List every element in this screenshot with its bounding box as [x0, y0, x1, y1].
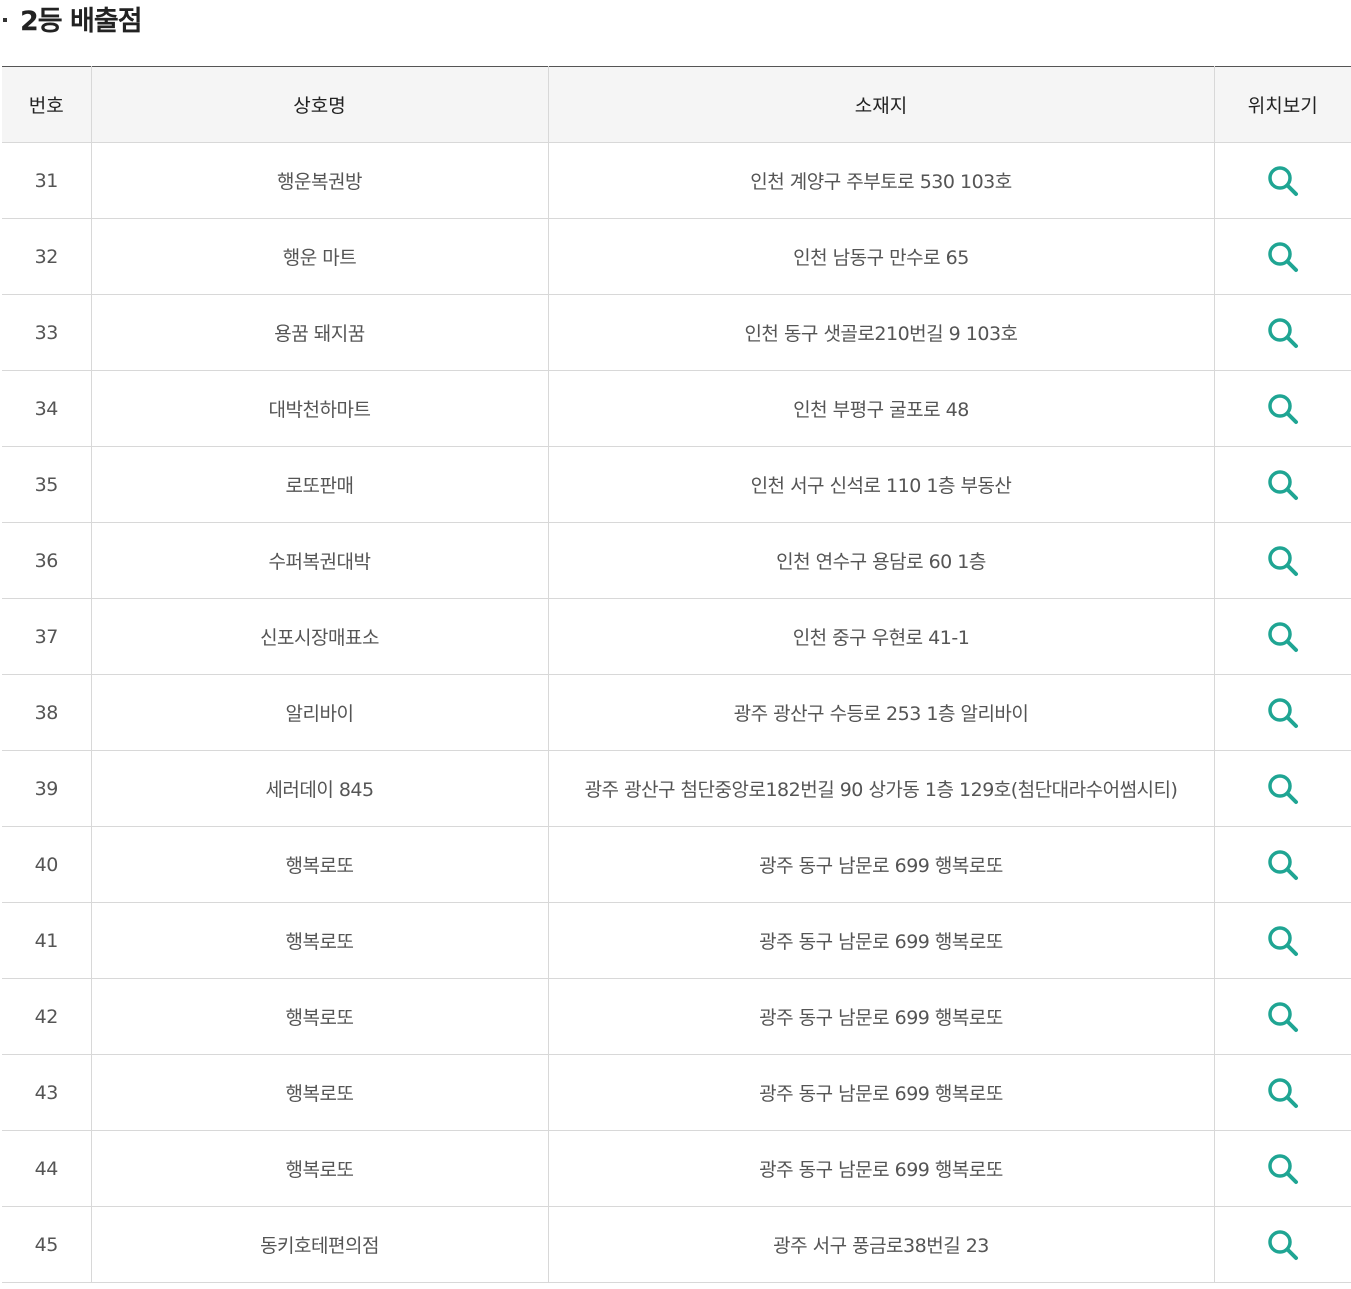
row-number: 38	[2, 674, 92, 751]
header-location: 위치보기	[1214, 66, 1351, 143]
row-address: 광주 광산구 첨단중앙로182번길 90 상가동 1층 129호(첨단대라수어썸…	[548, 750, 1215, 827]
search-icon[interactable]	[1266, 620, 1300, 654]
table-row: 35 로또판매 인천 서구 신석로 110 1층 부동산	[2, 446, 1351, 523]
header-number: 번호	[2, 66, 92, 143]
row-number: 45	[2, 1206, 92, 1283]
row-location-cell	[1214, 598, 1351, 675]
row-store-name: 용꿈 돼지꿈	[91, 294, 549, 371]
row-number: 35	[2, 446, 92, 523]
row-address: 광주 서구 풍금로38번길 23	[548, 1206, 1215, 1283]
row-number: 43	[2, 1054, 92, 1131]
row-location-cell	[1214, 978, 1351, 1055]
row-location-cell	[1214, 1054, 1351, 1131]
header-store-name: 상호명	[91, 66, 549, 143]
table-row: 38 알리바이 광주 광산구 수등로 253 1층 알리바이	[2, 674, 1351, 751]
row-store-name: 행복로또	[91, 1054, 549, 1131]
search-icon[interactable]	[1266, 772, 1300, 806]
search-icon[interactable]	[1266, 164, 1300, 198]
row-number: 34	[2, 370, 92, 447]
row-address: 인천 연수구 용담로 60 1층	[548, 522, 1215, 599]
search-icon[interactable]	[1266, 1076, 1300, 1110]
row-location-cell	[1214, 294, 1351, 371]
row-number: 39	[2, 750, 92, 827]
row-number: 41	[2, 902, 92, 979]
row-address: 광주 동구 남문로 699 행복로또	[548, 902, 1215, 979]
row-location-cell	[1214, 1206, 1351, 1283]
search-icon[interactable]	[1266, 1000, 1300, 1034]
row-store-name: 행운복권방	[91, 142, 549, 219]
row-location-cell	[1214, 674, 1351, 751]
row-address: 인천 부평구 굴포로 48	[548, 370, 1215, 447]
row-location-cell	[1214, 522, 1351, 599]
row-address: 광주 동구 남문로 699 행복로또	[548, 978, 1215, 1055]
row-address: 광주 동구 남문로 699 행복로또	[548, 1130, 1215, 1207]
table-row: 39 세러데이 845 광주 광산구 첨단중앙로182번길 90 상가동 1층 12…	[2, 750, 1351, 827]
table-header-row: 번호 상호명 소재지 위치보기	[2, 66, 1351, 143]
row-location-cell	[1214, 750, 1351, 827]
table-row: 32 행운 마트 인천 남동구 만수로 65	[2, 218, 1351, 295]
table-row: 31 행운복권방 인천 계양구 주부토로 530 103호	[2, 142, 1351, 219]
row-store-name: 대박천하마트	[91, 370, 549, 447]
row-store-name: 동키호테편의점	[91, 1206, 549, 1283]
table-row: 44 행복로또 광주 동구 남문로 699 행복로또	[2, 1130, 1351, 1207]
row-location-cell	[1214, 902, 1351, 979]
row-store-name: 알리바이	[91, 674, 549, 751]
row-location-cell	[1214, 142, 1351, 219]
search-icon[interactable]	[1266, 1152, 1300, 1186]
section-title: 2등 배출점	[20, 6, 143, 37]
search-icon[interactable]	[1266, 240, 1300, 274]
row-location-cell	[1214, 1130, 1351, 1207]
row-number: 33	[2, 294, 92, 371]
row-store-name: 행복로또	[91, 826, 549, 903]
row-store-name: 행복로또	[91, 1130, 549, 1207]
row-address: 인천 서구 신석로 110 1층 부동산	[548, 446, 1215, 523]
search-icon[interactable]	[1266, 544, 1300, 578]
row-store-name: 행복로또	[91, 902, 549, 979]
table-row: 37 신포시장매표소 인천 중구 우현로 41-1	[2, 598, 1351, 675]
section-header: 2등 배출점	[0, 0, 1351, 48]
table-row: 45 동키호테편의점 광주 서구 풍금로38번길 23	[2, 1206, 1351, 1283]
row-number: 44	[2, 1130, 92, 1207]
row-store-name: 세러데이 845	[91, 750, 549, 827]
search-icon[interactable]	[1266, 1228, 1300, 1262]
search-icon[interactable]	[1266, 924, 1300, 958]
table-row: 34 대박천하마트 인천 부평구 굴포로 48	[2, 370, 1351, 447]
row-address: 광주 동구 남문로 699 행복로또	[548, 1054, 1215, 1131]
search-icon[interactable]	[1266, 848, 1300, 882]
row-number: 36	[2, 522, 92, 599]
row-store-name: 신포시장매표소	[91, 598, 549, 675]
table-row: 42 행복로또 광주 동구 남문로 699 행복로또	[2, 978, 1351, 1055]
search-icon[interactable]	[1266, 392, 1300, 426]
row-store-name: 행복로또	[91, 978, 549, 1055]
row-number: 31	[2, 142, 92, 219]
row-location-cell	[1214, 370, 1351, 447]
search-icon[interactable]	[1266, 468, 1300, 502]
row-store-name: 수퍼복권대박	[91, 522, 549, 599]
row-number: 40	[2, 826, 92, 903]
row-number: 37	[2, 598, 92, 675]
row-address: 인천 동구 샛골로210번길 9 103호	[548, 294, 1215, 371]
row-address: 인천 남동구 만수로 65	[548, 218, 1215, 295]
row-address: 광주 동구 남문로 699 행복로또	[548, 826, 1215, 903]
row-number: 42	[2, 978, 92, 1055]
row-location-cell	[1214, 446, 1351, 523]
stores-table: 번호 상호명 소재지 위치보기 31 행운복권방 인천 계양구 주부토로 530 1…	[2, 66, 1351, 1283]
header-address: 소재지	[548, 66, 1215, 143]
row-number: 32	[2, 218, 92, 295]
row-address: 인천 중구 우현로 41-1	[548, 598, 1215, 675]
table-row: 36 수퍼복권대박 인천 연수구 용담로 60 1층	[2, 522, 1351, 599]
table-row: 40 행복로또 광주 동구 남문로 699 행복로또	[2, 826, 1351, 903]
table-row: 43 행복로또 광주 동구 남문로 699 행복로또	[2, 1054, 1351, 1131]
row-location-cell	[1214, 218, 1351, 295]
row-address: 인천 계양구 주부토로 530 103호	[548, 142, 1215, 219]
search-icon[interactable]	[1266, 696, 1300, 730]
row-location-cell	[1214, 826, 1351, 903]
table-row: 41 행복로또 광주 동구 남문로 699 행복로또	[2, 902, 1351, 979]
row-store-name: 행운 마트	[91, 218, 549, 295]
row-address: 광주 광산구 수등로 253 1층 알리바이	[548, 674, 1215, 751]
bullet-icon	[3, 18, 7, 22]
table-row: 33 용꿈 돼지꿈 인천 동구 샛골로210번길 9 103호	[2, 294, 1351, 371]
search-icon[interactable]	[1266, 316, 1300, 350]
row-store-name: 로또판매	[91, 446, 549, 523]
